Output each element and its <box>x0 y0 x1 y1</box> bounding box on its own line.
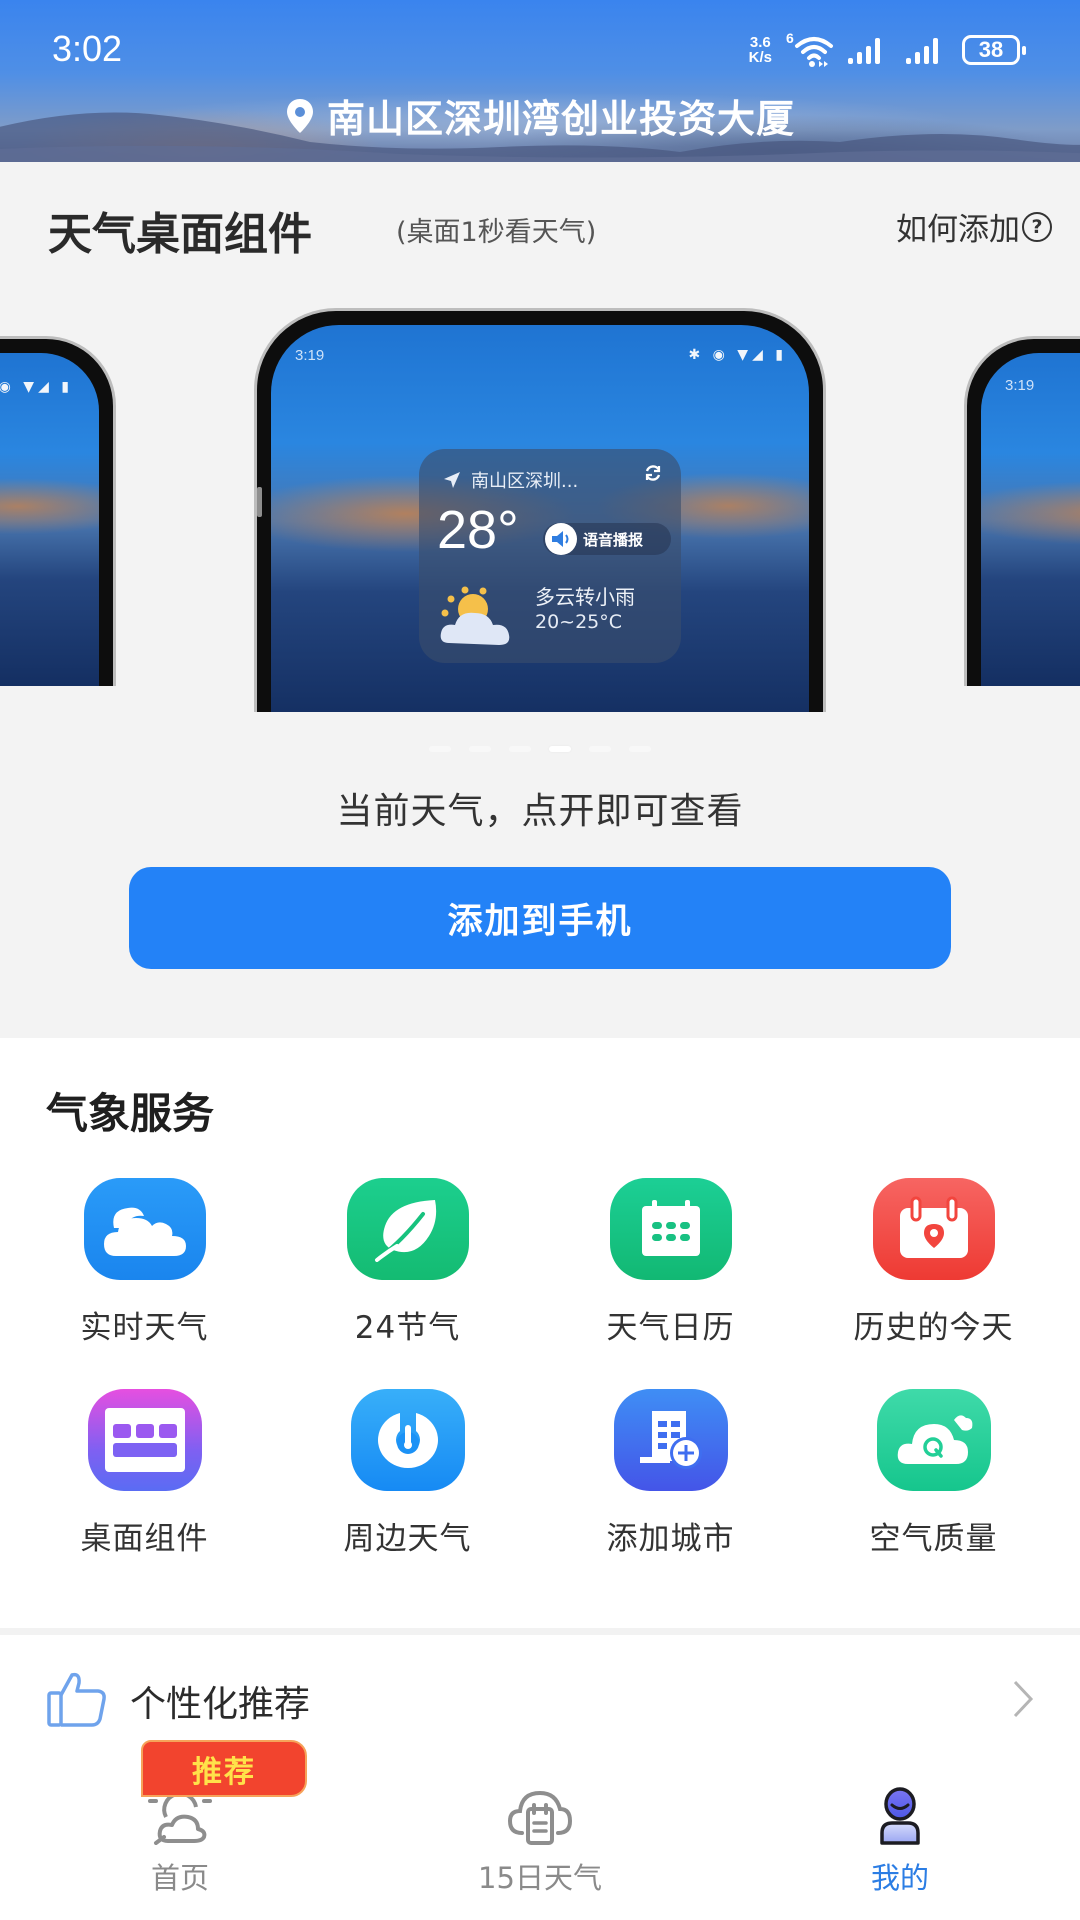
user-profile-icon <box>880 1787 920 1845</box>
status-bar: 3:02 3.6 K/s 6 38 <box>0 0 1080 100</box>
leaf-icon <box>346 1178 469 1280</box>
service-history-today[interactable]: 历史的今天 <box>802 1178 1065 1347</box>
carousel-slide-prev[interactable]: ✱ ◉ ▼◢ ▮ <box>0 336 116 686</box>
location-pin-icon <box>286 98 313 133</box>
carousel-slide-current[interactable]: 3:19 ✱ ◉ ▼◢ ▮ 南山区深圳... 28° 语音播报 多云转小雨 20… <box>254 308 826 712</box>
widget-promo-section: 天气桌面组件 (桌面1秒看天气) 如何添加 ? ✱ ◉ ▼◢ ▮ 3:19 ✱ … <box>0 162 1080 1038</box>
network-speed: 3.6 K/s <box>748 34 772 66</box>
header: 3:02 3.6 K/s 6 38 南山区深圳湾创业投资大厦 <box>0 0 1080 162</box>
service-air-quality[interactable]: 空气质量 <box>802 1389 1065 1558</box>
navigation-arrow-icon <box>444 472 460 488</box>
widget-location: 南山区深圳... <box>443 467 578 493</box>
services-grid: 实时天气 24节气 天气日历 历史的今天 桌面组件 周边天气 添加城市 空气质量 <box>0 1178 1080 1558</box>
cloud-icon <box>83 1178 206 1280</box>
help-icon: ? <box>1022 211 1052 242</box>
nav-tab-15day[interactable]: 15日天气 <box>390 1765 690 1920</box>
battery-icon: 38 <box>962 35 1026 65</box>
widget-preview-card: 南山区深圳... 28° 语音播报 多云转小雨 20~25°C <box>419 449 681 663</box>
carousel-dot[interactable] <box>549 746 571 752</box>
nav-label-15day: 15日天气 <box>478 1861 602 1895</box>
status-icons: 3.6 K/s 6 38 <box>748 30 1026 70</box>
carousel-dot[interactable] <box>509 746 531 752</box>
services-title: 气象服务 <box>46 1089 215 1138</box>
carousel-dot[interactable] <box>469 746 491 752</box>
how-to-add-link[interactable]: 如何添加 ? <box>896 204 1052 249</box>
weather-services-section: 气象服务 实时天气 24节气 天气日历 历史的今天 桌面组件 周边天气 添加城市… <box>0 1038 1080 1628</box>
widget-temp-range: 20~25°C <box>535 611 623 633</box>
status-time: 3:02 <box>52 28 123 69</box>
service-desktop-widget[interactable]: 桌面组件 <box>13 1389 276 1558</box>
nav-label-mine: 我的 <box>870 1861 929 1895</box>
nav-tab-mine[interactable]: 我的 <box>750 1765 1050 1920</box>
wifi-icon: 6 <box>786 30 833 68</box>
refresh-icon <box>645 465 661 481</box>
service-weather-calendar[interactable]: 天气日历 <box>539 1178 802 1347</box>
signal-icon-1 <box>848 38 880 64</box>
calendar-icon <box>609 1178 732 1280</box>
recommend-label: 个性化推荐 <box>130 1684 311 1725</box>
service-nearby-weather[interactable]: 周边天气 <box>276 1389 539 1558</box>
carousel-slide-next[interactable]: 3:19 <box>964 336 1080 686</box>
promo-caption: 当前天气，点开即可查看 <box>336 791 744 832</box>
service-add-city[interactable]: 添加城市 <box>539 1389 802 1558</box>
section-divider <box>0 1628 1080 1635</box>
widget-condition: 多云转小雨 <box>535 585 635 609</box>
carousel-indicator <box>0 746 1080 752</box>
widget-temperature: 28° <box>437 500 519 560</box>
service-realtime-weather[interactable]: 实时天气 <box>13 1178 276 1347</box>
location-selector[interactable]: 南山区深圳湾创业投资大厦 <box>0 88 1080 143</box>
carousel-dot[interactable] <box>589 746 611 752</box>
promo-title: 天气桌面组件 <box>48 209 312 260</box>
building-add-icon <box>613 1389 728 1491</box>
cloud-calendar-icon <box>507 1790 573 1845</box>
widget-carousel[interactable]: ✱ ◉ ▼◢ ▮ 3:19 ✱ ◉ ▼◢ ▮ 南山区深圳... <box>0 302 1080 712</box>
partly-cloudy-icon <box>440 586 510 645</box>
speaker-icon <box>545 523 577 555</box>
phone-status-icons: ✱ ◉ ▼◢ ▮ <box>0 379 73 395</box>
phone-time: 3:19 <box>1005 377 1035 394</box>
thumbs-up-icon <box>47 1672 106 1727</box>
widget-icon <box>87 1389 202 1491</box>
nav-label-home: 首页 <box>150 1861 209 1895</box>
signal-icon-2 <box>906 38 938 64</box>
promo-subtitle: (桌面1秒看天气) <box>396 217 597 248</box>
recommend-badge: 推荐 <box>141 1740 307 1797</box>
add-to-phone-button[interactable]: 添加到手机 <box>129 867 951 969</box>
phone-status-icons: ✱ ◉ ▼◢ ▮ <box>688 347 787 363</box>
voice-broadcast-button: 语音播报 <box>543 523 671 555</box>
chevron-right-icon <box>1013 1680 1034 1718</box>
location-text: 南山区深圳湾创业投资大厦 <box>326 97 795 141</box>
carousel-dot[interactable] <box>629 746 651 752</box>
calendar-pin-icon <box>872 1178 995 1280</box>
air-quality-icon <box>876 1389 991 1491</box>
carousel-dot[interactable] <box>429 746 451 752</box>
radar-icon <box>350 1389 465 1491</box>
service-solar-terms[interactable]: 24节气 <box>276 1178 539 1347</box>
phone-time: 3:19 <box>295 347 325 364</box>
